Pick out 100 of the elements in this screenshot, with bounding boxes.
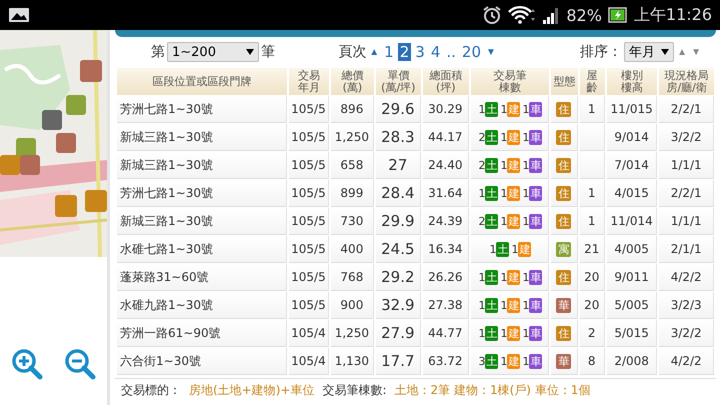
- table-cell: 29.2: [376, 264, 422, 291]
- table-cell: 9/011: [606, 264, 658, 291]
- sort-label: 排序：: [580, 43, 622, 61]
- previous-page-button[interactable]: ▲: [368, 46, 380, 58]
- alarm-icon: [482, 5, 502, 25]
- table-cell: 28.3: [376, 124, 422, 151]
- detail-label: 交易標的：: [121, 382, 181, 399]
- table-cell: 1/1/1: [659, 208, 714, 235]
- table-cell: 27: [376, 152, 422, 179]
- page-link[interactable]: 1: [382, 43, 396, 61]
- count: 1: [500, 326, 508, 340]
- page-link[interactable]: 20: [460, 43, 483, 61]
- table-cell: 17.7: [376, 348, 422, 375]
- next-page-button[interactable]: ▼: [485, 46, 497, 58]
- sort-descending-button[interactable]: ▼: [690, 46, 702, 58]
- clock: 上午11:26: [634, 4, 712, 26]
- range-dropdown[interactable]: 1~200: [167, 42, 259, 62]
- table-cell: 六合街1~30號: [117, 348, 287, 375]
- table-cell: 新城三路1~30號: [117, 152, 287, 179]
- trade-tag: 建: [507, 298, 520, 312]
- table-cell: 1: [580, 180, 605, 207]
- zoom-in-icon[interactable]: [10, 347, 44, 381]
- page-link[interactable]: ..: [444, 43, 458, 61]
- trade-tag: 車: [529, 158, 542, 172]
- count: 1: [500, 354, 508, 368]
- table-cell: 900: [331, 292, 374, 319]
- table-cell: 30.29: [423, 96, 469, 123]
- wifi-icon: [508, 5, 536, 25]
- type-tag: 住: [556, 326, 572, 340]
- table-cell: 21: [580, 236, 605, 263]
- count: 1: [522, 102, 530, 116]
- count: 1: [522, 326, 530, 340]
- table-cell: 899: [331, 180, 374, 207]
- table-cell: 4/015: [606, 180, 658, 207]
- table-cell: 105/5: [288, 180, 330, 207]
- trade-tag: 土: [485, 186, 498, 200]
- count: 1: [522, 270, 530, 284]
- table-cell: 8: [580, 348, 605, 375]
- table-cell: 32.9: [376, 292, 422, 319]
- trade-tag: 車: [529, 270, 542, 284]
- trade-tag: 土: [485, 298, 498, 312]
- table-cell: [580, 124, 605, 151]
- table-cell: 4/2/2: [659, 348, 714, 375]
- type-tag: 住: [556, 130, 572, 144]
- trade-tag: 土: [485, 354, 498, 368]
- type-tag: 住: [556, 214, 572, 228]
- trade-tag: 車: [529, 130, 542, 144]
- table-cell: 4/2/2: [659, 264, 714, 291]
- trade-tag: 建: [507, 326, 520, 340]
- trade-tag: 土: [485, 102, 498, 116]
- zoom-out-icon[interactable]: [63, 347, 98, 381]
- trade-tag: 土: [496, 242, 510, 256]
- trade-tag: 建: [507, 354, 520, 368]
- trade-tag: 土: [485, 326, 498, 340]
- type-tag: 住: [556, 186, 572, 200]
- table-cell: 20: [580, 292, 605, 319]
- table-cell: 105/5: [288, 152, 330, 179]
- sort-dropdown[interactable]: 年月: [624, 42, 674, 62]
- table-cell: 16.34: [423, 236, 469, 263]
- table-cell: [580, 152, 605, 179]
- caret-icon: [246, 49, 254, 55]
- table-cell: 1,130: [331, 348, 374, 375]
- table-cell: 9/014: [606, 124, 658, 151]
- trade-tag: 建: [507, 186, 520, 200]
- count: 1: [522, 186, 530, 200]
- table-cell: 105/4: [288, 348, 330, 375]
- trade-tag: 車: [529, 214, 542, 228]
- detail-value: 土地：2筆 建物：1棟(戶) 車位：1個: [394, 382, 590, 399]
- table-cell: 29.9: [376, 208, 422, 235]
- trade-tag: 土: [485, 158, 498, 172]
- image-icon: [8, 7, 30, 23]
- count: 1: [522, 298, 530, 312]
- range-suffix: 筆: [261, 43, 275, 61]
- table-cell: 2/2/1: [659, 96, 714, 123]
- count: 3: [478, 354, 486, 368]
- table-cell: 31.64: [423, 180, 469, 207]
- table-cell: 44.77: [423, 320, 469, 347]
- sort-ascending-button[interactable]: ▲: [676, 46, 688, 58]
- count: 1: [478, 186, 486, 200]
- table-cell: 44.17: [423, 124, 469, 151]
- table-cell: 105/4: [288, 320, 330, 347]
- page-link[interactable]: 2: [398, 43, 412, 61]
- battery-icon: [608, 5, 628, 25]
- table-cell: 5/005: [606, 292, 658, 319]
- count: 2: [478, 130, 486, 144]
- battery-percent: 82%: [566, 6, 602, 24]
- page-link[interactable]: 3: [413, 43, 427, 61]
- table-cell: 63.72: [423, 348, 469, 375]
- table-cell: 2/2/1: [659, 180, 714, 207]
- count: 1: [511, 242, 518, 256]
- count: 1: [489, 242, 496, 256]
- table-cell: 24.5: [376, 236, 422, 263]
- table-cell: 27.9: [376, 320, 422, 347]
- table-cell: 芳洲一路61~90號: [117, 320, 287, 347]
- table-cell: 24.40: [423, 152, 469, 179]
- type-tag: 華: [556, 354, 572, 368]
- page-link[interactable]: 4: [428, 43, 442, 61]
- count: 2: [478, 214, 486, 228]
- count: 1: [522, 354, 530, 368]
- table-cell: 芳洲七路1~30號: [117, 180, 287, 207]
